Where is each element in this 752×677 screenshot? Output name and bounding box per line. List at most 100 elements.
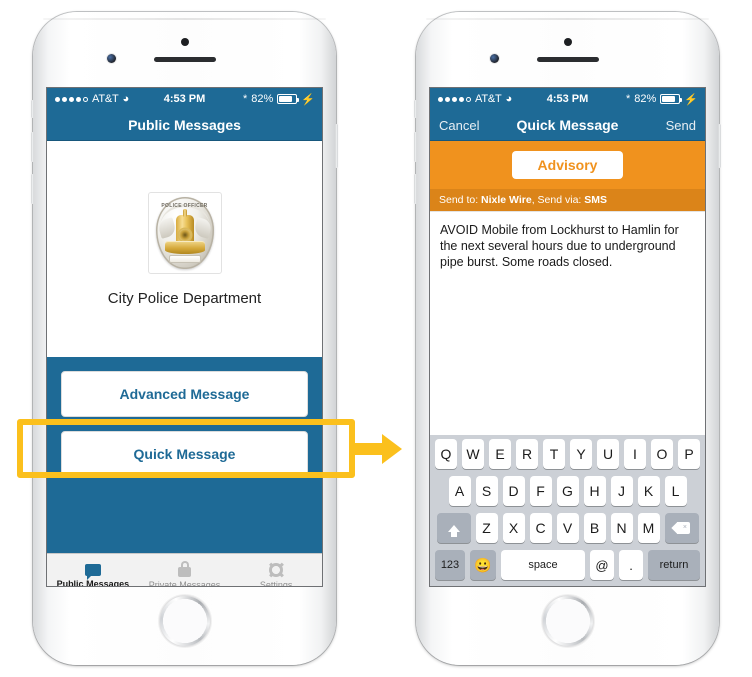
key-t[interactable]: T [543,439,565,469]
status-bar-right: * 82% ⚡ [243,93,315,106]
tab-bar: Public Messages Private Messages Setting… [47,553,322,586]
key-h[interactable]: H [583,476,606,506]
keyboard-row-1: Q W E R T Y U I O P [432,439,703,469]
proximity-sensor-icon [490,54,499,63]
chat-bubble-icon [84,564,101,580]
keyboard-row-3: Z X C V B N M × [432,513,703,543]
front-camera-icon [180,38,189,46]
send-to-value: Nixle Wire [481,194,532,206]
send-button[interactable]: Send [666,118,696,133]
at-key[interactable]: @ [590,550,614,580]
tab-settings[interactable]: Settings [230,563,322,586]
key-s[interactable]: S [475,476,498,506]
volume-up-button[interactable] [31,132,34,162]
key-g[interactable]: G [556,476,579,506]
key-m[interactable]: M [637,513,660,543]
key-b[interactable]: B [583,513,606,543]
navigation-bar: Cancel Quick Message Send [430,110,705,141]
onscreen-keyboard: Q W E R T Y U I O P A S D F G H J K L Z … [430,435,705,586]
key-j[interactable]: J [610,476,633,506]
key-e[interactable]: E [489,439,511,469]
tab-public-messages-label: Public Messages [56,579,130,586]
key-y[interactable]: Y [570,439,592,469]
proximity-sensor-icon [107,54,116,63]
key-d[interactable]: D [502,476,525,506]
ring-switch[interactable] [414,100,417,118]
key-c[interactable]: C [529,513,552,543]
volume-down-button[interactable] [414,174,417,204]
blue-filler [47,491,322,553]
keyboard-row-4: 123 😀 space @ . return [432,550,703,580]
bluetooth-icon: * [242,93,248,105]
message-type-panel: Advisory [430,141,705,189]
key-v[interactable]: V [556,513,579,543]
action-buttons-panel: Advanced Message Quick Message [47,357,322,491]
lock-icon [178,561,191,577]
volume-up-button[interactable] [414,132,417,162]
key-o[interactable]: O [651,439,673,469]
page-title: Quick Message [516,117,619,133]
organization-panel: POLICE OFFICER City Police Department [47,141,322,357]
numbers-key[interactable]: 123 [435,550,465,580]
key-z[interactable]: Z [475,513,498,543]
tab-private-messages-label: Private Messages [148,580,221,586]
key-q[interactable]: Q [435,439,457,469]
left-phone-screen: AT&T ◕ 4:53 PM * 82% ⚡ Public Messages P… [47,88,322,586]
battery-icon [660,94,683,104]
gear-icon [269,563,284,577]
tab-private-messages[interactable]: Private Messages [139,561,231,586]
battery-icon [277,94,300,104]
organization-name: City Police Department [107,289,262,307]
message-text-input[interactable]: AVOID Mobile from Lockhurst to Hamlin fo… [430,211,705,369]
key-i[interactable]: I [624,439,646,469]
period-key[interactable]: . [619,550,643,580]
front-camera-icon [563,38,572,46]
status-bar: AT&T ◕ 4:53 PM * 82% ⚡ [430,88,705,110]
status-bar: AT&T ◕ 4:53 PM * 82% ⚡ [47,88,322,110]
key-w[interactable]: W [462,439,484,469]
key-p[interactable]: P [678,439,700,469]
lightning-bolt-icon: ⚡ [301,93,315,106]
key-a[interactable]: A [448,476,471,506]
key-f[interactable]: F [529,476,552,506]
send-to-label: Send to: [439,194,482,206]
power-button[interactable] [718,124,721,168]
badge-banner-label: POLICE OFFICER [161,202,208,209]
space-key[interactable]: space [501,550,585,580]
earpiece-speaker [536,57,599,62]
police-officer-badge-logo: POLICE OFFICER [147,191,222,274]
battery-percent-label: 82% [634,93,657,105]
advanced-message-button[interactable]: Advanced Message [61,371,308,417]
send-via-label: , Send via: [531,194,585,206]
ring-switch[interactable] [31,100,34,118]
volume-down-button[interactable] [31,174,34,204]
shift-key[interactable] [436,513,471,543]
key-u[interactable]: U [597,439,619,469]
right-phone-device: AT&T ◕ 4:53 PM * 82% ⚡ Cancel Quick Mess… [414,12,721,665]
tab-public-messages[interactable]: Public Messages [47,564,139,586]
right-phone-screen: AT&T ◕ 4:53 PM * 82% ⚡ Cancel Quick Mess… [430,88,705,586]
navigation-bar: Public Messages [47,110,322,141]
advisory-type-button[interactable]: Advisory [511,151,624,179]
key-k[interactable]: K [637,476,660,506]
battery-percent-label: 82% [251,93,274,105]
send-options-bar[interactable]: Send to: Nixle Wire, Send via: SMS [430,189,705,211]
send-via-value: SMS [584,194,608,206]
home-button[interactable] [541,595,594,647]
return-key[interactable]: return [648,550,700,580]
page-title: Public Messages [128,117,241,133]
quick-message-button[interactable]: Quick Message [61,431,308,477]
callout-arrow-icon [355,434,402,464]
key-x[interactable]: X [502,513,525,543]
left-phone-device: AT&T ◕ 4:53 PM * 82% ⚡ Public Messages P… [31,12,338,665]
key-n[interactable]: N [610,513,633,543]
cancel-button[interactable]: Cancel [439,118,479,133]
earpiece-speaker [153,57,216,62]
home-button[interactable] [158,595,211,647]
status-bar-right: * 82% ⚡ [626,93,698,106]
delete-key[interactable]: × [664,513,699,543]
power-button[interactable] [335,124,338,168]
emoji-key[interactable]: 😀 [470,550,496,580]
key-l[interactable]: L [664,476,687,506]
key-r[interactable]: R [516,439,538,469]
